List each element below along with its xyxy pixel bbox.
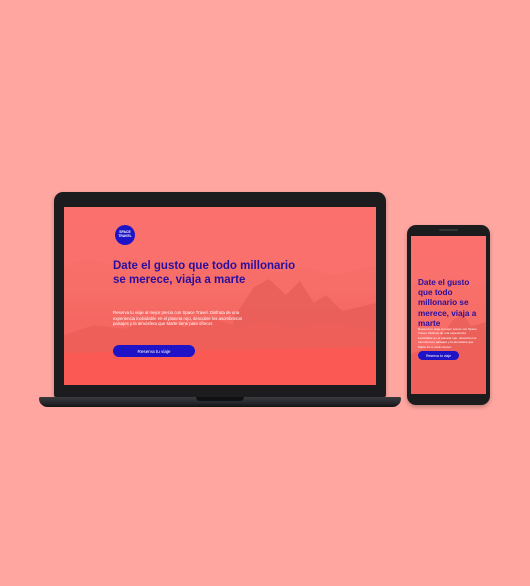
laptop-hinge-notch bbox=[196, 397, 244, 401]
mobile-hero-title: Date el gusto que todo millonario se mer… bbox=[418, 278, 477, 328]
logo-text-line2: TRAVEL bbox=[118, 234, 132, 238]
laptop-screen: SPACE TRAVEL Date el gusto que todo mill… bbox=[64, 207, 376, 385]
phone-speaker bbox=[439, 229, 458, 231]
hero-description: Reserva tu viaje al mejor precio con Spa… bbox=[113, 310, 242, 327]
mobile-hero-description: Reserva tu viaje al mejor precio con Spa… bbox=[418, 327, 477, 349]
phone-device: Date el gusto que todo millonario se mer… bbox=[407, 225, 490, 405]
hero-title: Date el gusto que todo millonario se mer… bbox=[113, 260, 296, 286]
book-trip-button[interactable]: Reserva tu viaje bbox=[113, 345, 195, 357]
mars-landscape-image bbox=[64, 257, 376, 385]
laptop-device: SPACE TRAVEL Date el gusto que todo mill… bbox=[54, 192, 386, 397]
phone-screen: Date el gusto que todo millonario se mer… bbox=[411, 236, 486, 394]
mobile-book-trip-button[interactable]: Reserva tu viaje bbox=[418, 351, 459, 360]
space-travel-logo[interactable]: SPACE TRAVEL bbox=[115, 225, 135, 245]
